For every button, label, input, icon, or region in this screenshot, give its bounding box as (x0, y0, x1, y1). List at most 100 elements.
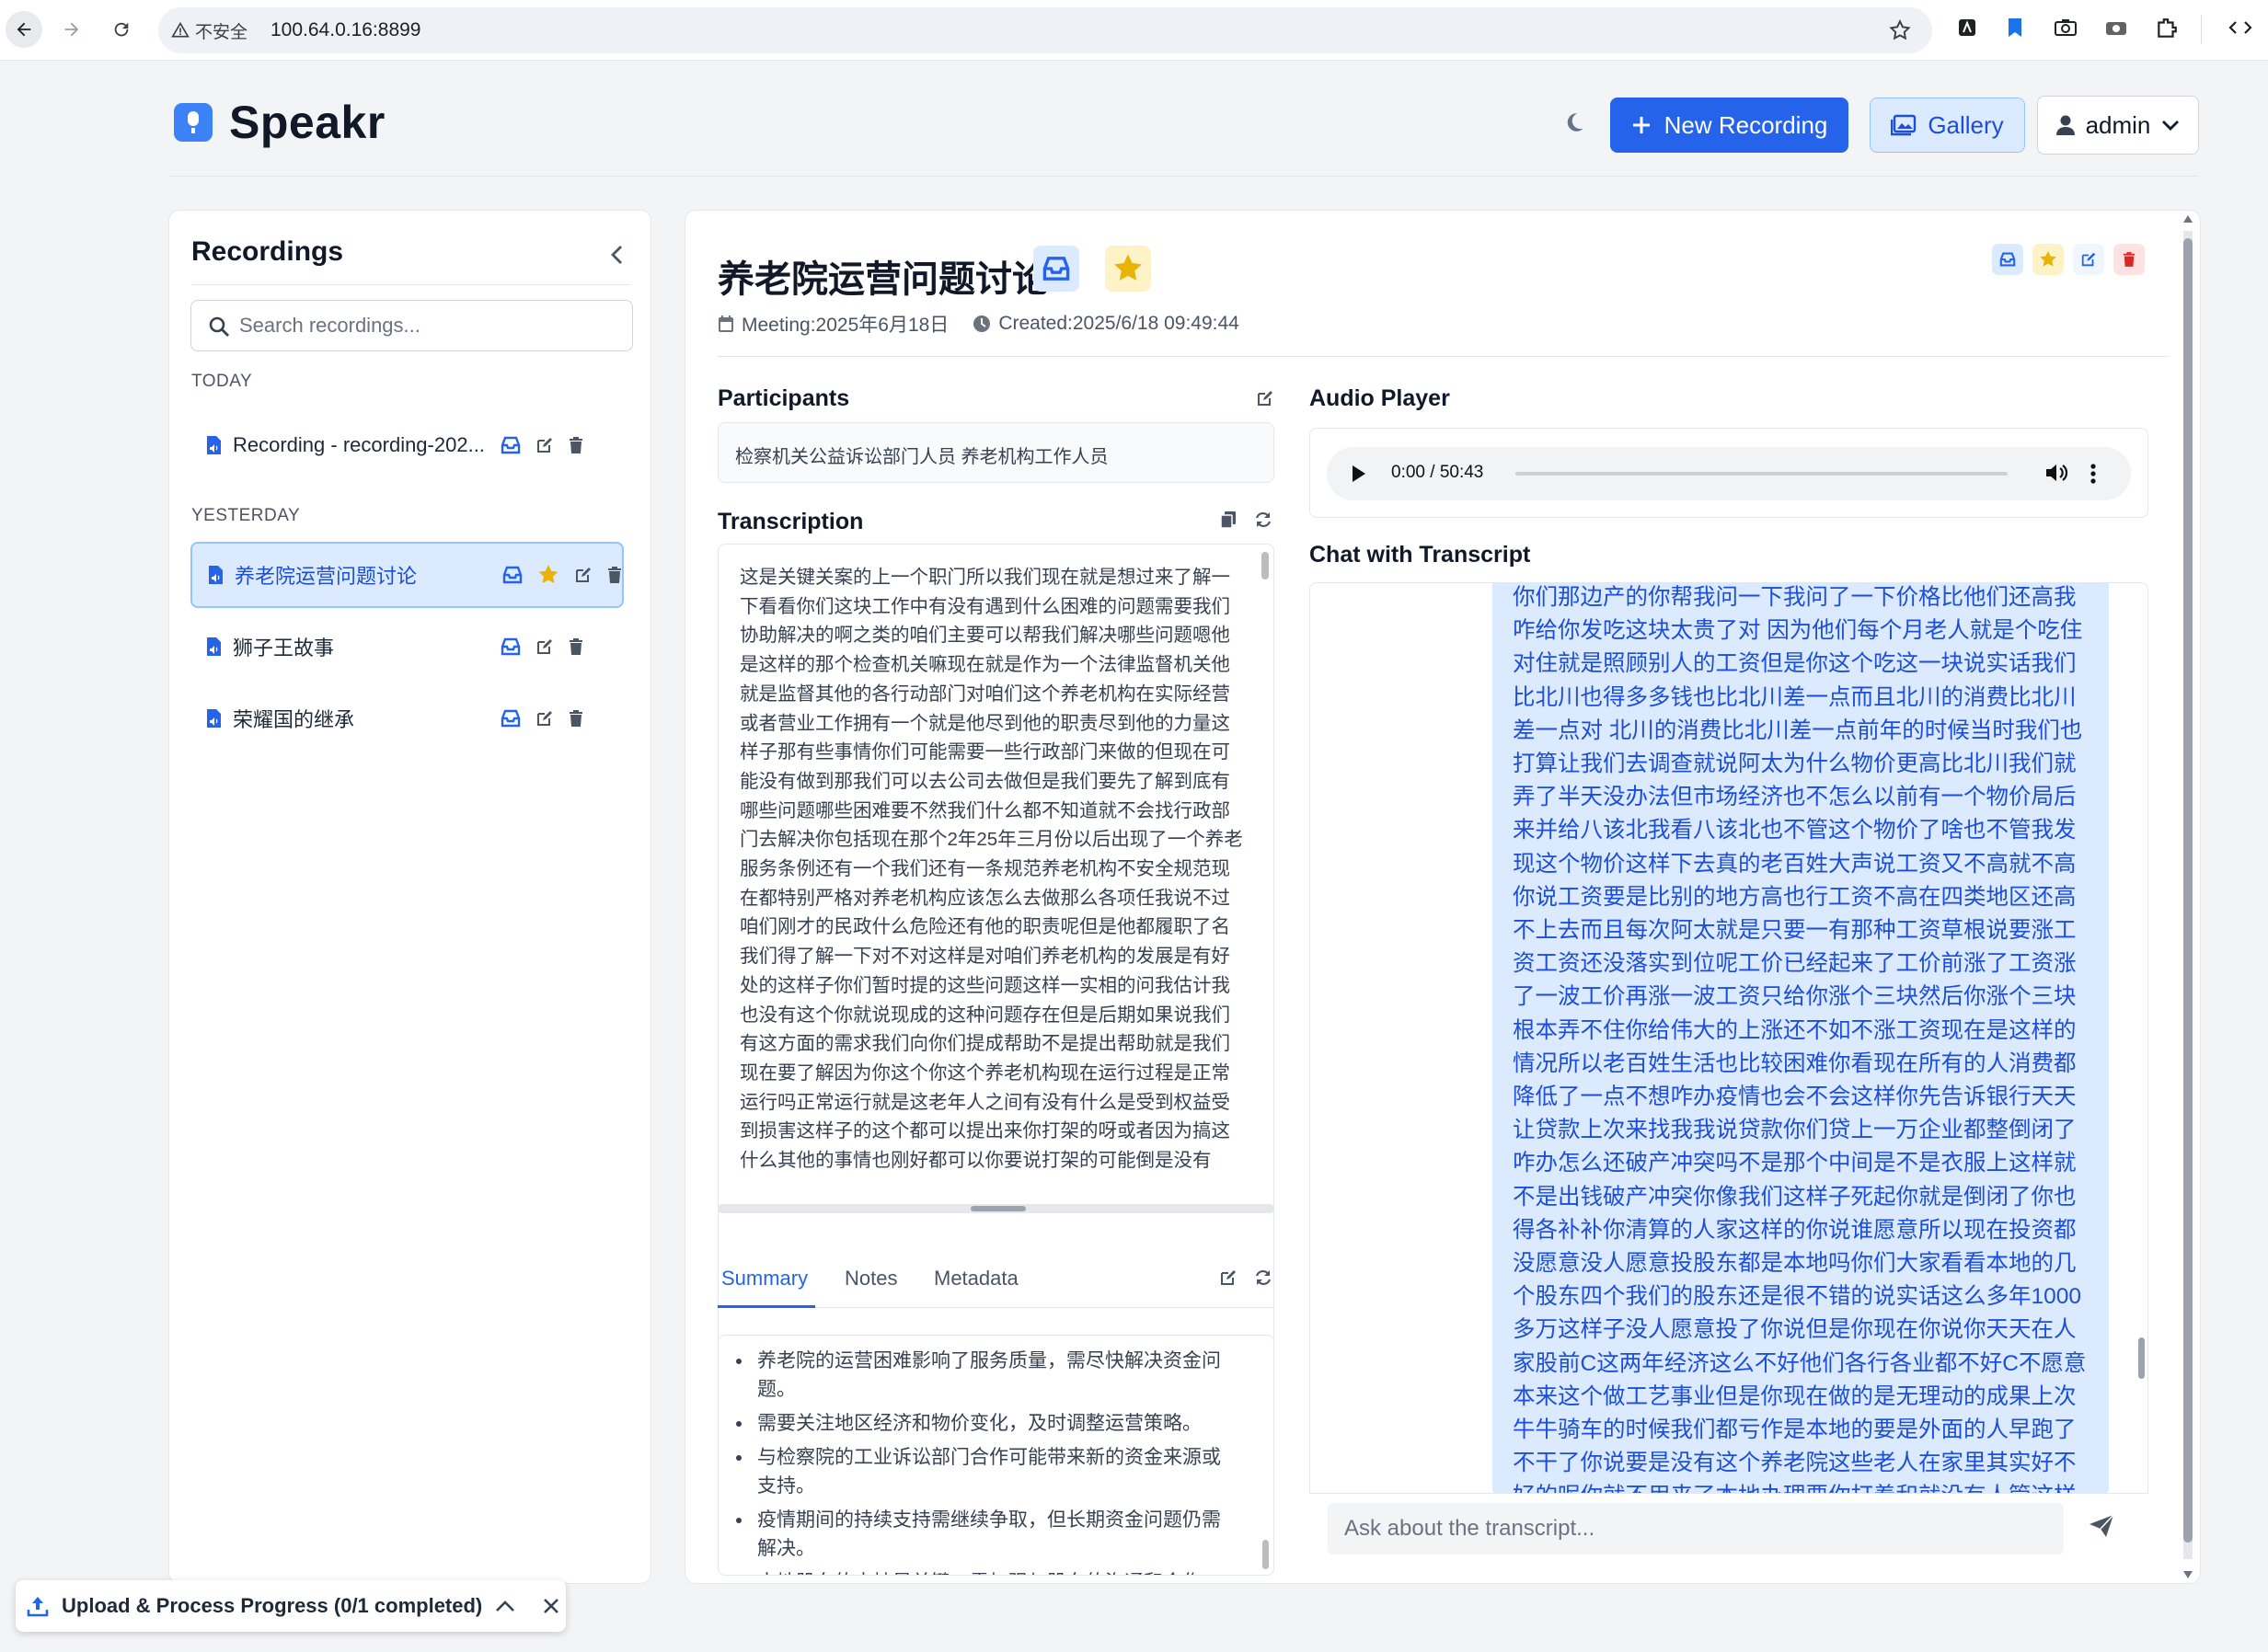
edit-participants-button[interactable] (1256, 389, 1274, 407)
chat-messages[interactable]: 你们那边产的你帮我问一下我问了一下价格比他们还高我咋给你发吃这块太贵了对 因为他… (1309, 582, 2148, 1552)
chat-scrollbar[interactable] (2138, 1337, 2145, 1379)
recording-title-heading: 养老院运营问题讨论 (718, 259, 1049, 300)
summary-scrollbar[interactable] (1262, 1540, 1269, 1569)
collapse-sidebar-button[interactable] (609, 244, 624, 266)
extension-screenshot-button[interactable] (2104, 17, 2128, 39)
scroll-up-arrow-icon[interactable] (2182, 214, 2193, 224)
edit-icon[interactable] (574, 566, 593, 584)
recording-detail-panel: 养老院运营问题讨论 Meeting:2025年6月18日 Created:202… (685, 210, 2201, 1584)
gallery-button[interactable]: Gallery (1870, 98, 2025, 153)
forward-button[interactable] (53, 11, 90, 48)
extension-a-button[interactable] (1956, 17, 1978, 39)
chat-input[interactable] (1328, 1503, 2064, 1554)
inbox-icon (1999, 252, 2016, 267)
app-header: Speakr New Recording Gallery admin (168, 61, 2199, 177)
transcription-box[interactable]: 这是关键关案的上一个职门所以我们现在就是想过来了解一下看看你们这块工作中有没有遇… (718, 544, 1274, 1388)
user-menu-button[interactable]: admin (2037, 96, 2199, 155)
extension-bookmark-button[interactable] (2006, 17, 2024, 39)
refresh-icon (1255, 511, 1272, 528)
close-toast-button[interactable] (543, 1598, 559, 1614)
trash-icon[interactable] (569, 637, 583, 656)
recording-item[interactable]: 狮子王故事 (190, 614, 624, 680)
chat-heading: Chat with Transcript (1309, 542, 1531, 568)
recording-item[interactable]: Recording - recording-202... (190, 412, 624, 478)
audio-player-heading: Audio Player (1309, 385, 1450, 411)
tab-metadata[interactable]: Metadata (934, 1267, 1019, 1291)
edit-icon (2081, 252, 2096, 267)
delete-action-button[interactable] (2113, 244, 2145, 275)
created-date: Created:2025/6/18 09:49:44 (998, 313, 1239, 334)
refresh-transcript-button[interactable] (1254, 511, 1272, 529)
recording-title: Recording - recording-202... (233, 433, 485, 456)
devtools-button[interactable] (2228, 17, 2252, 39)
upload-progress-toast[interactable]: Upload & Process Progress (0/1 completed… (16, 1580, 566, 1632)
trash-icon[interactable] (569, 436, 583, 454)
plus-icon (1632, 117, 1650, 133)
page-scrollbar-thumb[interactable] (2183, 238, 2193, 1543)
regenerate-summary-button[interactable] (1254, 1268, 1272, 1287)
edit-summary-button[interactable] (1219, 1268, 1238, 1287)
chat-input-bar (1309, 1493, 2148, 1557)
star-icon[interactable] (537, 564, 559, 586)
inbox-icon[interactable] (501, 637, 521, 656)
edit-action-button[interactable] (2073, 244, 2104, 275)
inbox-action-button[interactable] (1992, 244, 2023, 275)
group-label-today: TODAY (191, 372, 253, 391)
inbox-icon[interactable] (502, 566, 523, 584)
screenshot-camera-icon (2106, 22, 2126, 35)
edit-icon[interactable] (535, 709, 554, 728)
audio-file-icon (207, 565, 224, 585)
tab-notes[interactable]: Notes (845, 1267, 897, 1291)
reload-button[interactable] (103, 11, 140, 48)
edit-icon (1221, 1270, 1236, 1285)
trash-icon[interactable] (607, 566, 622, 584)
star-toggle-button[interactable] (1105, 246, 1151, 292)
brand-name[interactable]: Speakr (229, 96, 386, 149)
sidebar-title: Recordings (191, 236, 344, 267)
inbox-icon[interactable] (501, 709, 521, 728)
edit-icon[interactable] (535, 637, 554, 656)
recording-title: 荣耀国的继承 (233, 708, 355, 731)
play-button[interactable] (1351, 464, 1367, 484)
recording-item[interactable]: 荣耀国的继承 (190, 685, 624, 751)
audio-player[interactable]: 0:00 / 50:43 (1327, 447, 2131, 500)
bookmark-button[interactable] (1888, 18, 1912, 42)
star-action-button[interactable] (2032, 244, 2064, 275)
extensions-button[interactable] (2155, 17, 2179, 40)
search-input[interactable] (239, 308, 616, 343)
recording-title: 狮子王故事 (233, 637, 335, 660)
url-text[interactable]: 100.64.0.16:8899 (271, 18, 421, 42)
summary-content[interactable]: 养老院的运营困难影响了服务质量，需尽快解决资金问题。 需要关注地区经济和物价变化… (718, 1335, 1274, 1576)
transcription-scrollbar[interactable] (1261, 552, 1269, 579)
inbox-toggle-button[interactable] (1033, 246, 1079, 292)
tab-summary[interactable]: Summary (721, 1267, 808, 1291)
recording-item-active[interactable]: 养老院运营问题讨论 (190, 542, 624, 608)
participants-field[interactable]: 检察机关公益诉讼部门人员 养老机构工作人员 (718, 422, 1274, 483)
speakr-logo[interactable] (174, 103, 213, 142)
more-options-button[interactable] (2090, 464, 2096, 484)
extension-camera-button[interactable] (2054, 17, 2078, 39)
security-indicator[interactable]: 不安全 (171, 18, 248, 42)
volume-button[interactable] (2044, 462, 2068, 484)
send-button[interactable] (2089, 1514, 2114, 1538)
seek-bar[interactable] (1515, 472, 2008, 476)
dark-mode-toggle[interactable] (1562, 110, 1586, 134)
scroll-down-arrow-icon[interactable] (2182, 1570, 2193, 1579)
warning-icon (171, 21, 190, 38)
volume-icon (2046, 465, 2068, 481)
resize-handle[interactable] (718, 1204, 1274, 1213)
address-bar[interactable]: 不安全 100.64.0.16:8899 (158, 7, 1932, 53)
copy-transcript-button[interactable] (1219, 511, 1238, 529)
new-recording-button[interactable]: New Recording (1610, 98, 1848, 153)
inbox-icon[interactable] (501, 436, 521, 454)
more-vertical-icon (2090, 464, 2096, 484)
edit-icon[interactable] (535, 436, 554, 454)
copy-icon (1220, 511, 1236, 529)
resize-grip[interactable] (971, 1206, 1026, 1211)
transcription-heading: Transcription (718, 509, 864, 534)
back-button[interactable] (6, 11, 42, 48)
search-box[interactable] (190, 300, 633, 351)
trash-icon[interactable] (569, 709, 583, 728)
play-icon (1353, 465, 1365, 482)
expand-toast-button[interactable] (495, 1599, 515, 1613)
